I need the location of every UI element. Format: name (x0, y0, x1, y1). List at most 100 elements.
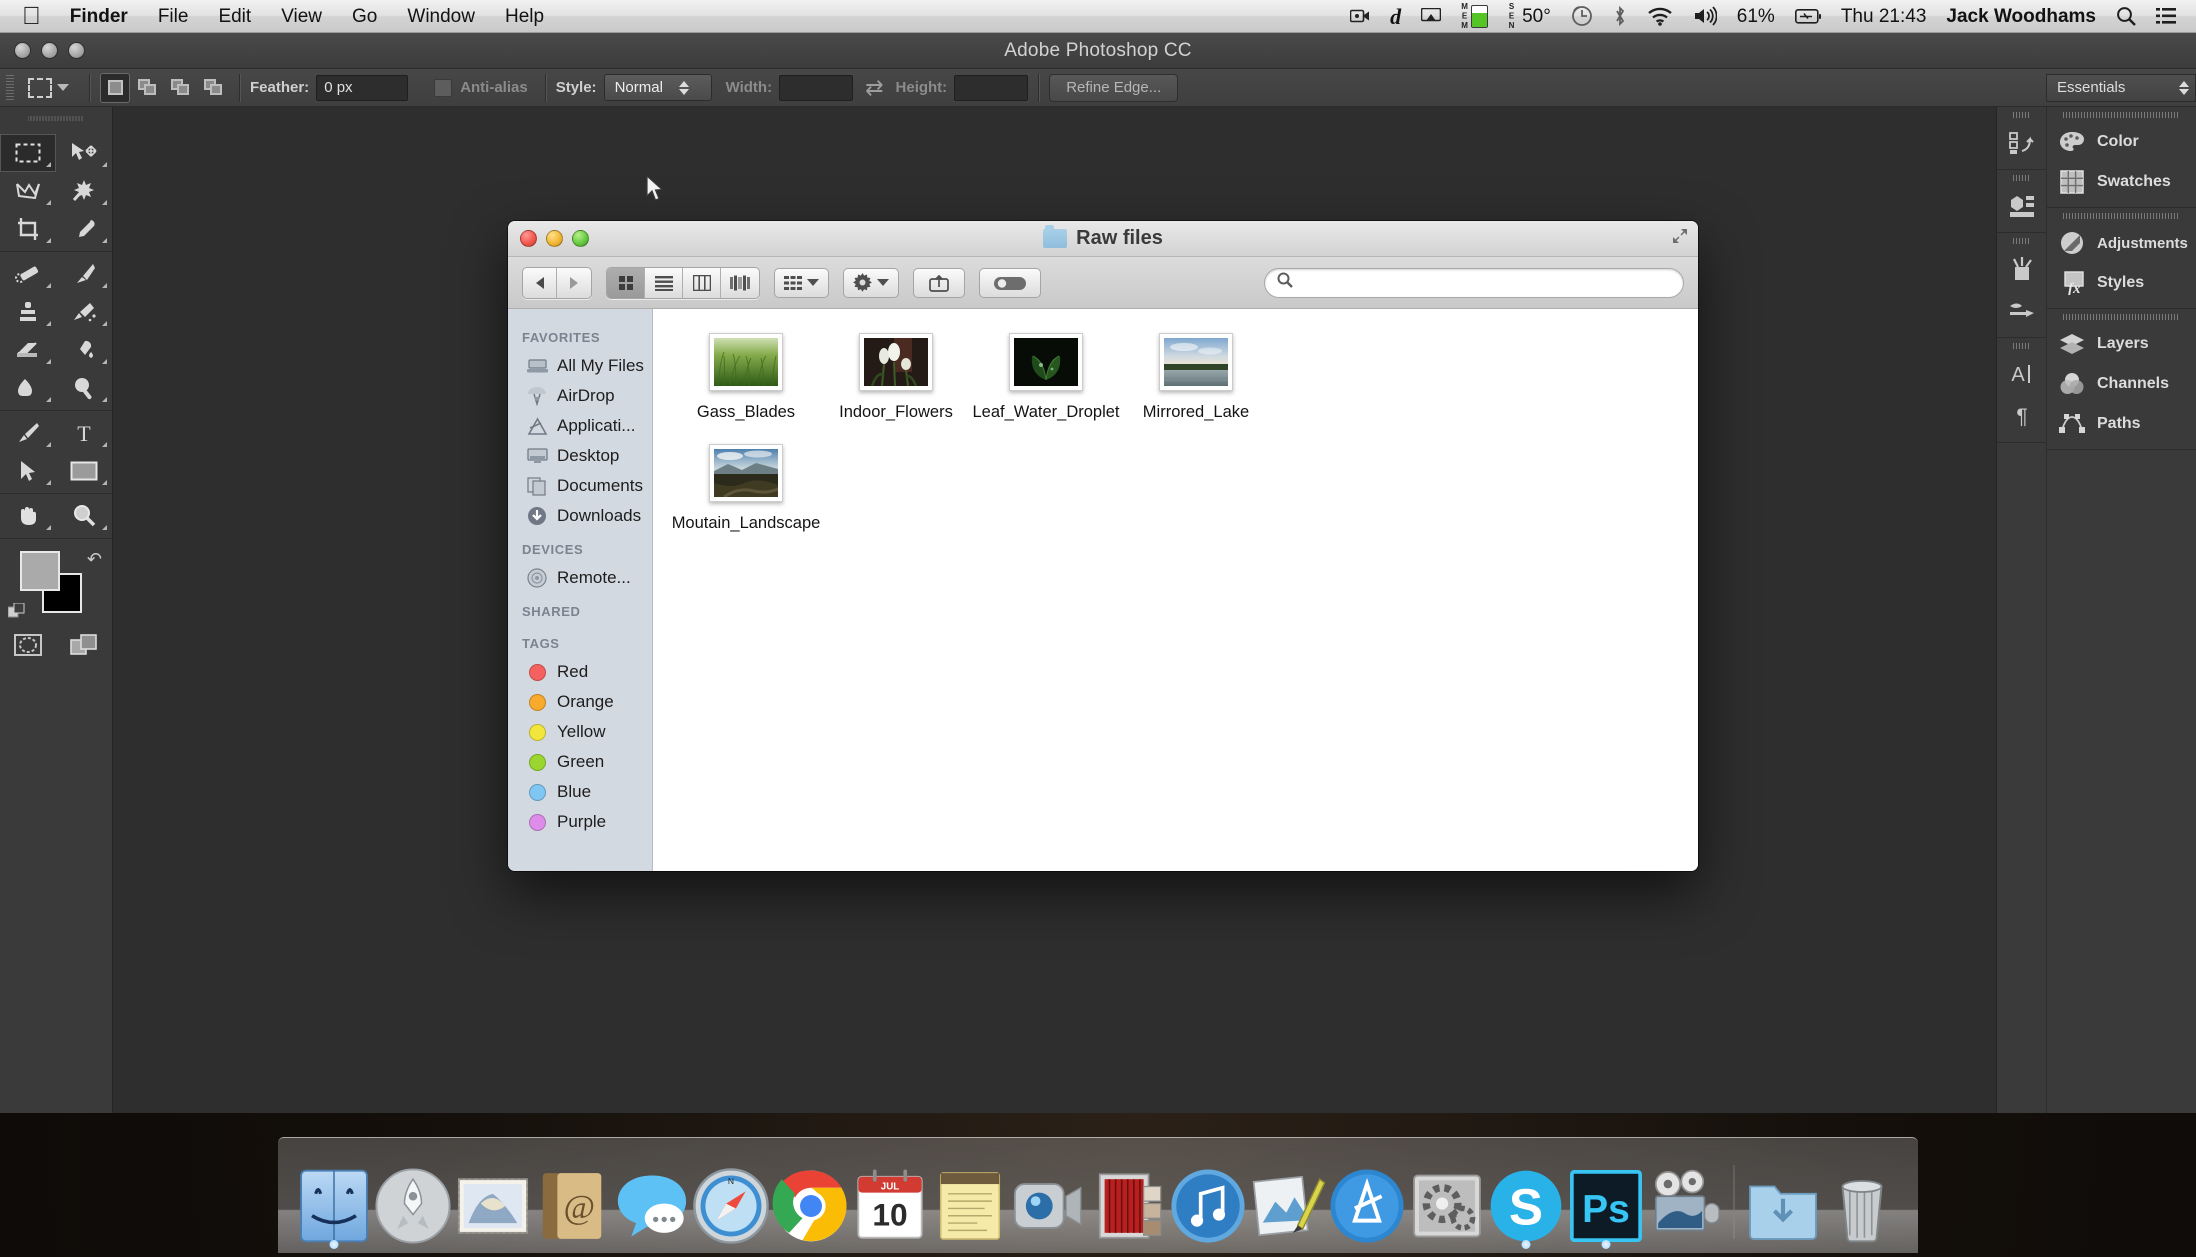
menu-bar-clock[interactable]: Thu 21:43 (1831, 0, 1937, 33)
file-item[interactable]: Indoor_Flowers (821, 333, 971, 422)
back-arrow-icon[interactable] (523, 267, 557, 298)
finder-window[interactable]: Raw files FAVORITES All My Files AirDrop… (508, 221, 1698, 871)
sidebar-item-tag-orange[interactable]: Orange (508, 687, 652, 717)
time-machine-icon[interactable] (1561, 5, 1603, 27)
screen-record-icon[interactable] (1340, 8, 1380, 24)
hand-tool[interactable] (0, 497, 56, 535)
properties-panel-icon[interactable] (1997, 185, 2046, 227)
dock-item-notes[interactable] (930, 1153, 1010, 1245)
dodge-tool[interactable] (56, 369, 112, 407)
lasso-tool[interactable] (0, 172, 56, 210)
default-colors-icon[interactable] (7, 602, 26, 619)
arrange-by-button[interactable] (774, 267, 829, 298)
panel-grip[interactable] (2063, 213, 2180, 219)
edit-tags-button[interactable] (979, 267, 1041, 298)
sidebar-item-documents[interactable]: Documents (508, 471, 652, 501)
bluetooth-icon[interactable] (1603, 5, 1637, 27)
history-panel-icon[interactable] (1997, 122, 2046, 164)
blur-tool[interactable] (0, 369, 56, 407)
quick-mask-toggle[interactable] (0, 626, 56, 664)
volume-icon[interactable] (1683, 6, 1727, 26)
refine-edge-button[interactable]: Refine Edge... (1049, 73, 1179, 102)
gradient-tool[interactable] (56, 331, 112, 369)
sensor-temperature-indicator[interactable]: SEN 50° (1498, 0, 1561, 33)
dock[interactable]: @ N JUL 10 S Ps (278, 1137, 1918, 1253)
menu-item-go[interactable]: Go (337, 0, 392, 33)
airplay-icon[interactable] (1411, 8, 1451, 24)
menu-item-help[interactable]: Help (490, 0, 559, 33)
dock-item-contacts[interactable]: @ (532, 1153, 612, 1245)
add-to-selection-button[interactable] (133, 73, 163, 103)
sidebar-item-desktop[interactable]: Desktop (508, 441, 652, 471)
sidebar-item-tag-red[interactable]: Red (508, 657, 652, 687)
current-user[interactable]: Jack Woodhams (1936, 0, 2106, 33)
foreground-color-well[interactable] (20, 551, 60, 591)
panel-grip[interactable] (2013, 238, 2030, 244)
intersect-selection-button[interactable] (199, 73, 229, 103)
height-input[interactable] (954, 74, 1029, 101)
dock-item-imovie[interactable] (1646, 1153, 1726, 1245)
crop-tool[interactable] (0, 210, 56, 248)
dock-item-iphoto[interactable] (1089, 1153, 1169, 1245)
spotlight-search-icon[interactable] (2106, 6, 2146, 26)
character-panel-icon[interactable]: A (1997, 353, 2046, 395)
sidebar-item-airdrop[interactable]: AirDrop (508, 381, 652, 411)
dock-item-facetime[interactable] (1010, 1153, 1090, 1245)
history-brush-tool[interactable] (56, 293, 112, 331)
memory-monitor-icon[interactable]: MEM (1451, 2, 1498, 30)
panel-item-styles[interactable]: fx Styles (2047, 263, 2196, 303)
list-view-button[interactable] (645, 267, 683, 298)
finder-search-field[interactable] (1264, 267, 1684, 298)
finder-sidebar[interactable]: FAVORITES All My Files AirDrop Applicati… (508, 309, 653, 871)
rectangle-tool[interactable] (56, 452, 112, 490)
nav-buttons[interactable] (522, 266, 592, 299)
file-item[interactable]: Gass_Blades (671, 333, 821, 422)
macos-menu-bar[interactable]:  Finder File Edit View Go Window Help d… (0, 0, 2196, 33)
workspace-select[interactable]: Essentials (2046, 73, 2196, 102)
sidebar-item-tag-purple[interactable]: Purple (508, 807, 652, 837)
dock-item-finder[interactable] (294, 1153, 374, 1249)
menu-item-finder[interactable]: Finder (55, 0, 143, 33)
panel-grip[interactable] (2013, 112, 2030, 118)
panel-grip[interactable] (2013, 343, 2030, 349)
subtract-from-selection-button[interactable] (166, 73, 196, 103)
file-item[interactable]: Moutain_Landscape (671, 444, 821, 533)
dock-item-trash[interactable] (1823, 1153, 1903, 1245)
stepper-icon[interactable] (678, 80, 689, 95)
magic-wand-tool[interactable] (56, 172, 112, 210)
dock-item-app-store[interactable] (1328, 1153, 1408, 1245)
dock-item-messages[interactable] (612, 1153, 692, 1245)
sidebar-item-downloads[interactable]: Downloads (508, 501, 652, 531)
coverflow-view-button[interactable] (721, 268, 759, 298)
sidebar-item-applications[interactable]: Applicati... (508, 411, 652, 441)
eyedropper-tool[interactable] (56, 210, 112, 248)
search-input[interactable] (1301, 274, 1671, 291)
sidebar-item-remote-disc[interactable]: Remote... (508, 563, 652, 593)
dock-item-photoshop[interactable]: Ps (1566, 1153, 1646, 1249)
new-selection-button[interactable] (100, 72, 130, 103)
sidebar-item-tag-green[interactable]: Green (508, 747, 652, 777)
selection-mode-group[interactable] (100, 72, 229, 103)
share-button[interactable] (913, 267, 965, 298)
brush-tool[interactable] (56, 255, 112, 293)
healing-brush-tool[interactable] (0, 255, 56, 293)
anti-alias-checkbox[interactable] (434, 78, 453, 97)
sidebar-item-tag-yellow[interactable]: Yellow (508, 717, 652, 747)
options-bar-grip[interactable] (6, 74, 14, 101)
dock-item-itunes[interactable] (1169, 1153, 1249, 1245)
path-selection-tool[interactable] (0, 452, 56, 490)
sidebar-item-tag-blue[interactable]: Blue (508, 777, 652, 807)
panel-grip[interactable] (2063, 314, 2180, 320)
active-tool-preset[interactable] (18, 77, 79, 98)
finder-titlebar[interactable]: Raw files (508, 221, 1698, 257)
feather-input[interactable]: 0 px (316, 74, 409, 101)
dock-item-system-preferences[interactable] (1407, 1153, 1487, 1245)
paragraph-panel-icon[interactable]: ¶ (1997, 395, 2046, 437)
column-view-button[interactable] (683, 267, 721, 298)
eraser-tool[interactable] (0, 331, 56, 369)
panel-item-channels[interactable]: Channels (2047, 364, 2196, 404)
menu-item-view[interactable]: View (266, 0, 337, 33)
panel-grip[interactable] (2013, 175, 2030, 181)
panel-item-paths[interactable]: Paths (2047, 404, 2196, 444)
panel-item-adjustments[interactable]: Adjustments (2047, 223, 2196, 263)
